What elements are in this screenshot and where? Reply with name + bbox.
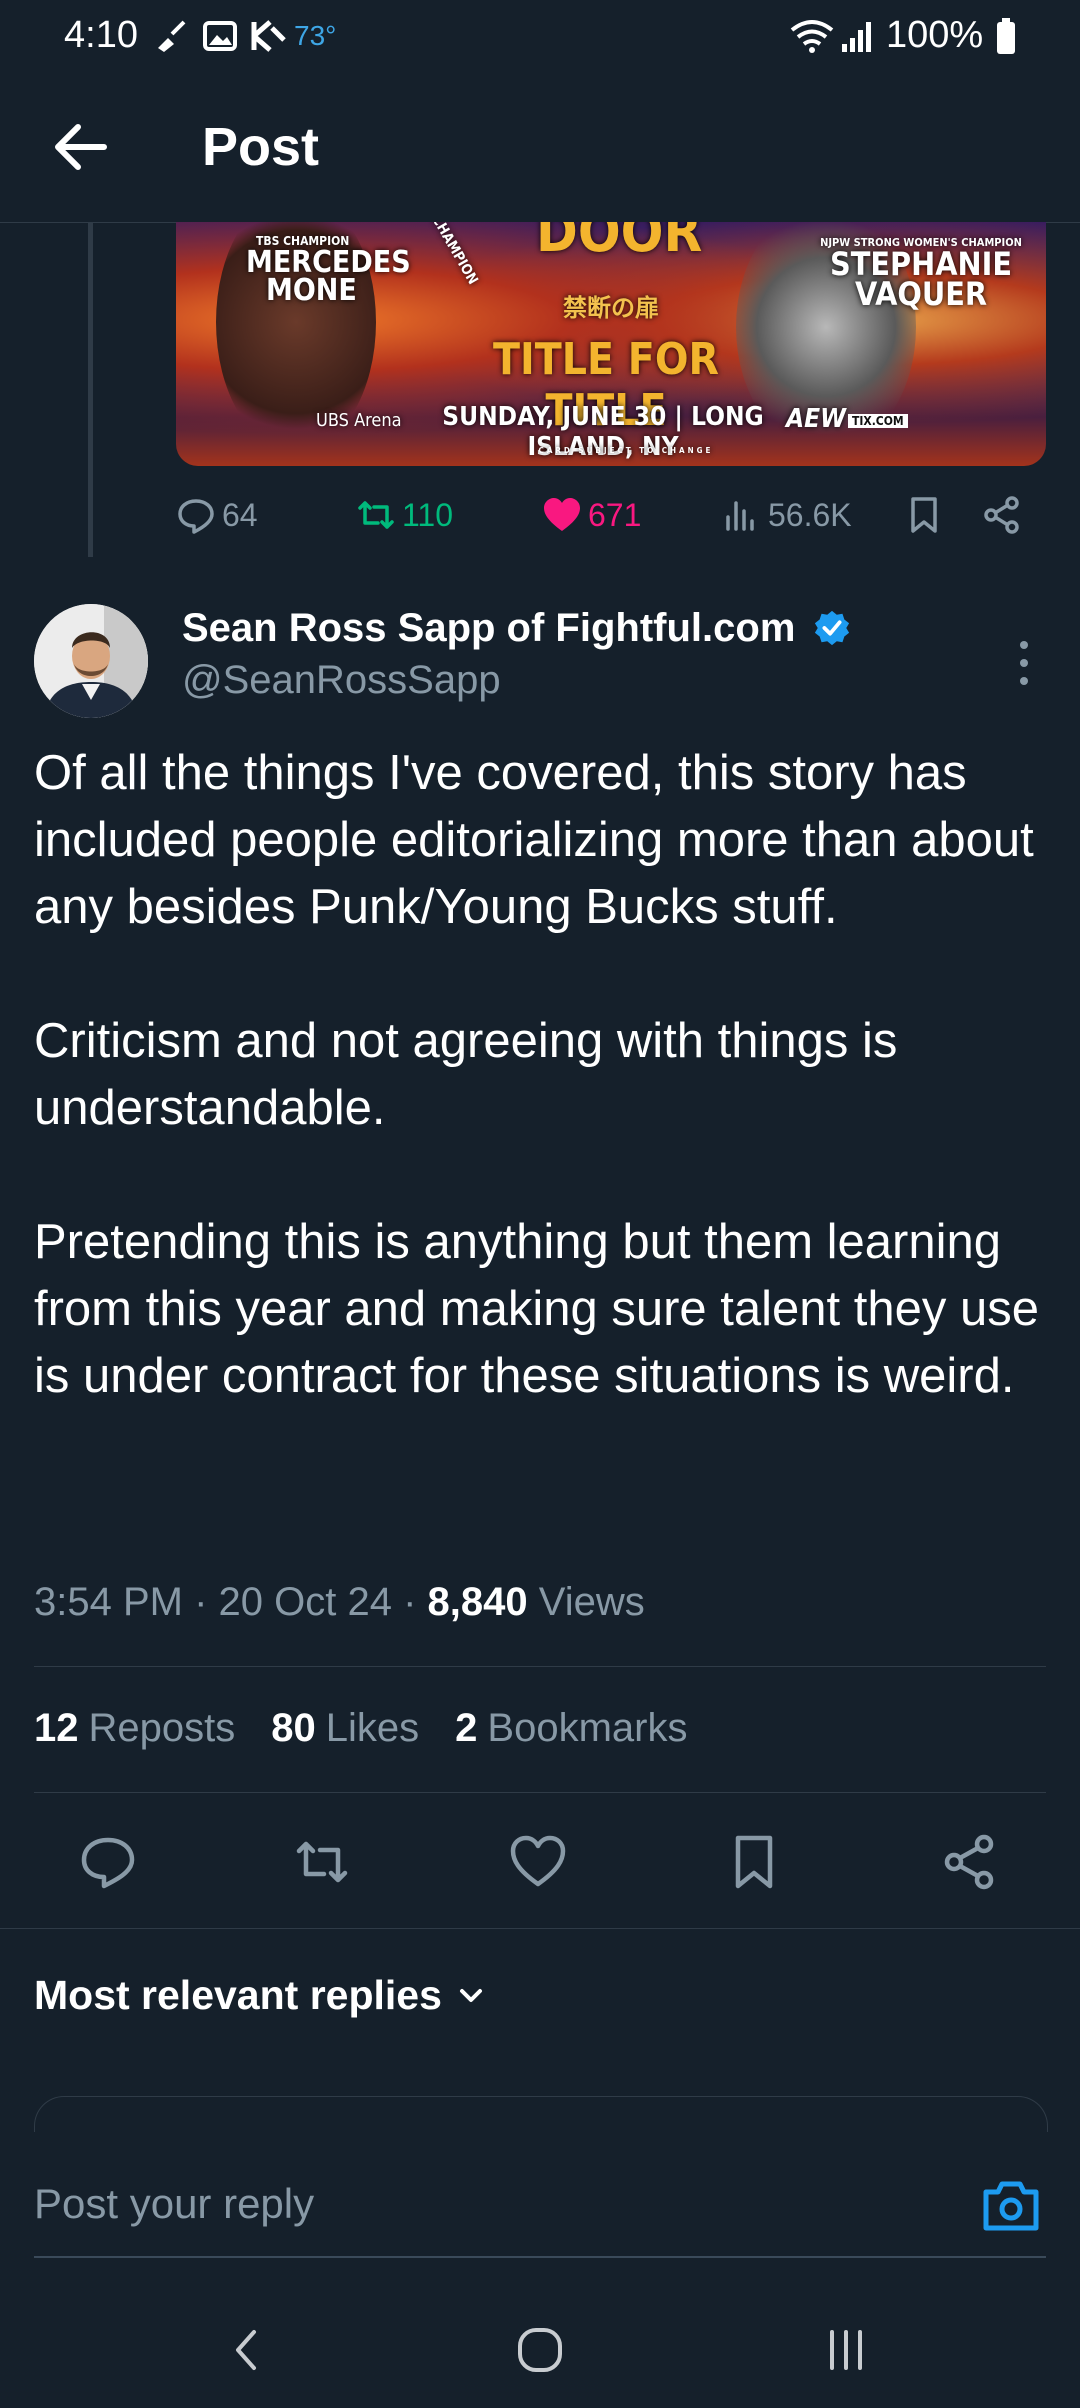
status-bar: 4:10 73° 100% [0, 0, 1080, 72]
system-back-button[interactable] [220, 2322, 276, 2378]
reposts-label: Reposts [88, 1706, 236, 1750]
more-vertical-icon [1020, 641, 1028, 685]
banner-japanese: 禁断の扉 [563, 294, 659, 322]
reply-icon [81, 1837, 135, 1889]
post-views-count: 8,840 [427, 1580, 528, 1624]
reposts-count: 12 [34, 1706, 79, 1750]
banner-tix: TIX.COM [848, 414, 908, 428]
quoted-bookmark-button[interactable] [904, 495, 944, 535]
bookmarks-stat[interactable]: 2 Bookmarks [455, 1706, 687, 1751]
quoted-like-button[interactable]: 671 [542, 495, 641, 535]
quoted-like-count: 671 [588, 496, 642, 533]
banner-brand: AEW [786, 404, 846, 434]
heart-icon [510, 1835, 566, 1887]
repost-icon [358, 501, 394, 529]
repost-button[interactable] [292, 1832, 352, 1892]
recents-icon [830, 2330, 862, 2370]
divider [34, 1666, 1046, 1667]
camera-icon [983, 2181, 1039, 2231]
battery-icon [996, 18, 1016, 54]
reply-input[interactable]: Post your reply [34, 2180, 314, 2228]
post-date: 20 Oct 24 [218, 1580, 392, 1624]
top-app-bar: Post [0, 72, 1080, 223]
broom-icon [152, 18, 188, 54]
system-navigation-bar [0, 2292, 1080, 2408]
post-body-text: Of all the things I've covered, this sto… [34, 746, 1040, 1403]
bookmarks-label: Bookmarks [487, 1706, 688, 1750]
banner-left-name-2: MONE [266, 273, 357, 308]
share-icon [984, 496, 1019, 534]
share-icon [944, 1834, 994, 1890]
heart-filled-icon [544, 498, 580, 531]
avatar[interactable] [34, 604, 148, 718]
post-views-label: Views [538, 1580, 645, 1624]
banner-belt-text: CHAMPION [428, 222, 481, 288]
camera-button[interactable] [980, 2174, 1042, 2236]
event-poster-image[interactable]: TBS CHAMPION MERCEDES MONE CHAMPION DOOR… [176, 222, 1046, 466]
chevron-left-icon [236, 2330, 256, 2370]
banner-fine-print: CARD SUBJECT TO CHANGE [538, 446, 714, 455]
quoted-repost-count: 110 [402, 496, 454, 533]
gallery-icon [202, 18, 238, 54]
replies-sort-button[interactable]: Most relevant replies [34, 1972, 486, 2019]
thread-line [88, 222, 93, 557]
reply-button[interactable] [78, 1832, 138, 1892]
quoted-reply-button[interactable]: 64 [176, 495, 258, 535]
like-button[interactable] [508, 1832, 568, 1892]
page-title: Post [202, 117, 320, 177]
likes-count: 80 [271, 1706, 316, 1750]
banner-center-title: DOOR [536, 222, 703, 265]
bookmark-icon [735, 1835, 773, 1889]
verified-badge-icon [814, 610, 849, 646]
quoted-reply-count: 64 [222, 496, 258, 533]
chevron-down-icon [459, 1988, 482, 2002]
engagement-stats: 12 Reposts 80 Likes 2 Bookmarks [34, 1706, 687, 1751]
system-recents-button[interactable] [818, 2322, 874, 2378]
divider [34, 1792, 1046, 1793]
reply-icon [178, 499, 214, 534]
status-time: 4:10 [64, 14, 138, 56]
quoted-share-button[interactable] [982, 495, 1022, 535]
banner-venue: UBS Arena [316, 410, 402, 431]
bookmark-button[interactable] [724, 1832, 784, 1892]
weather-app-icon [250, 18, 290, 54]
share-button[interactable] [940, 1832, 1000, 1892]
views-chart-icon [726, 501, 754, 531]
reposts-stat[interactable]: 12 Reposts [34, 1706, 235, 1751]
battery-percent: 100% [886, 14, 984, 56]
banner-right-name-2: VAQUER [854, 275, 988, 313]
replies-sort-label: Most relevant replies [34, 1972, 442, 2018]
home-circle-icon [518, 2328, 562, 2372]
arrow-left-icon [55, 124, 107, 170]
divider [0, 1928, 1080, 1929]
status-temperature: 73° [294, 20, 337, 51]
author-handle[interactable]: @SeanRossSapp [182, 658, 501, 703]
reply-input-underline [34, 2256, 1046, 2258]
wifi-icon [788, 18, 836, 54]
author-display-name[interactable]: Sean Ross Sapp of Fightful.com [182, 606, 851, 651]
author-name-text: Sean Ross Sapp of Fightful.com [182, 606, 796, 650]
likes-label: Likes [325, 1706, 420, 1750]
signal-icon [840, 18, 876, 54]
post-time: 3:54 PM [34, 1580, 183, 1624]
quoted-views-button[interactable]: 56.6K [722, 495, 852, 535]
quoted-views-count: 56.6K [768, 496, 852, 533]
system-home-button[interactable] [512, 2322, 568, 2378]
post-metadata: 3:54 PM · 20 Oct 24 · 8,840 Views [34, 1580, 645, 1624]
back-button[interactable] [46, 112, 116, 182]
more-options-button[interactable] [1004, 628, 1044, 698]
bookmarks-count: 2 [455, 1706, 478, 1750]
repost-icon [296, 1841, 348, 1883]
bookmark-icon [911, 497, 937, 533]
likes-stat[interactable]: 80 Likes [271, 1706, 419, 1751]
quoted-repost-button[interactable]: 110 [356, 495, 453, 535]
